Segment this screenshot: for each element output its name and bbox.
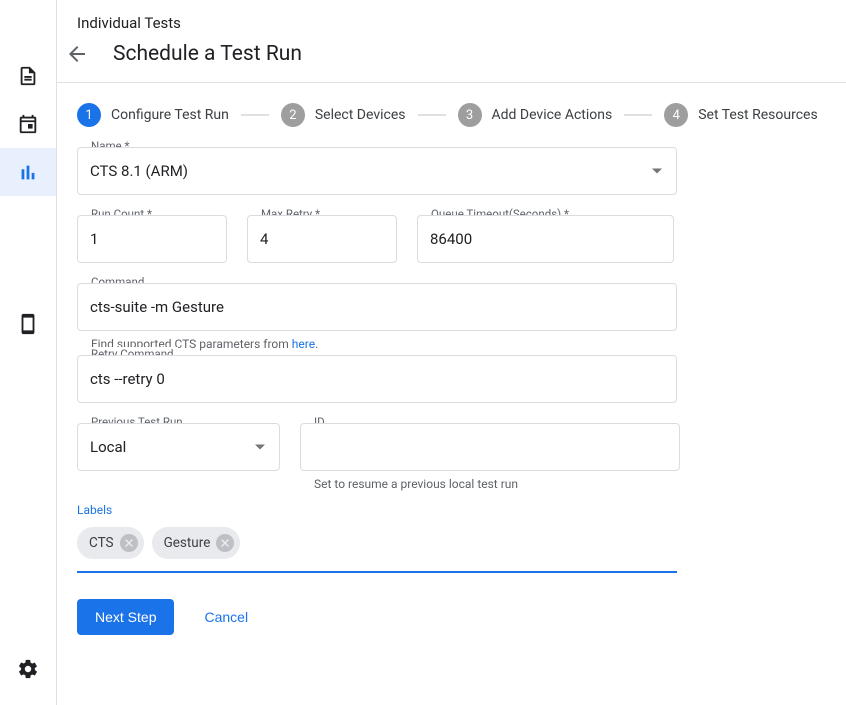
step-num-3: 3 xyxy=(458,103,482,127)
sidenav-results-icon[interactable] xyxy=(0,148,56,196)
page-title: Schedule a Test Run xyxy=(113,42,302,66)
run-count-value[interactable] xyxy=(90,230,214,248)
id-hint: Set to resume a previous local test run xyxy=(300,477,680,491)
chevron-down-icon xyxy=(255,445,265,450)
chip-remove-icon[interactable] xyxy=(120,534,138,552)
step-num-2: 2 xyxy=(281,103,305,127)
chip-text: CTS xyxy=(89,535,114,551)
retry-command-input[interactable] xyxy=(77,355,677,403)
step-configure[interactable]: 1 Configure Test Run xyxy=(77,103,229,127)
retry-command-value[interactable] xyxy=(90,370,664,388)
back-arrow-icon[interactable] xyxy=(65,42,89,66)
run-count-input[interactable] xyxy=(77,215,227,263)
labels-title: Labels xyxy=(77,503,826,517)
labels-chip-input[interactable]: CTS Gesture xyxy=(77,527,677,573)
sidenav-tests-icon[interactable] xyxy=(0,52,56,100)
label-chip: Gesture xyxy=(152,527,241,559)
id-value[interactable] xyxy=(313,438,667,456)
previous-run-select[interactable]: Local xyxy=(77,423,280,471)
name-select[interactable]: CTS 8.1 (ARM) xyxy=(77,147,677,195)
command-hint-link[interactable]: here xyxy=(292,337,315,351)
command-value[interactable] xyxy=(90,298,664,316)
step-resources[interactable]: 4 Set Test Resources xyxy=(664,103,817,127)
step-devices[interactable]: 2 Select Devices xyxy=(281,103,406,127)
step-label-3: Add Device Actions xyxy=(492,107,613,123)
name-value: CTS 8.1 (ARM) xyxy=(90,162,664,180)
step-label-1: Configure Test Run xyxy=(111,107,229,123)
sidenav-settings-icon[interactable] xyxy=(0,645,56,693)
previous-run-value: Local xyxy=(90,438,267,456)
command-input[interactable] xyxy=(77,283,677,331)
chevron-down-icon xyxy=(652,169,662,174)
chip-text: Gesture xyxy=(164,535,211,551)
step-num-1: 1 xyxy=(77,103,101,127)
stepper: 1 Configure Test Run 2 Select Devices 3 … xyxy=(77,103,826,127)
next-step-button[interactable]: Next Step xyxy=(77,599,174,635)
id-input[interactable] xyxy=(300,423,680,471)
sidenav-schedule-icon[interactable] xyxy=(0,100,56,148)
max-retry-input[interactable] xyxy=(247,215,397,263)
step-label-2: Select Devices xyxy=(315,107,406,123)
step-label-4: Set Test Resources xyxy=(698,107,817,123)
queue-timeout-input[interactable] xyxy=(417,215,674,263)
max-retry-value[interactable] xyxy=(260,230,384,248)
sidenav-devices-icon[interactable] xyxy=(0,300,56,348)
step-actions[interactable]: 3 Add Device Actions xyxy=(458,103,613,127)
step-num-4: 4 xyxy=(664,103,688,127)
queue-timeout-value[interactable] xyxy=(430,230,661,248)
cancel-button[interactable]: Cancel xyxy=(204,609,248,625)
label-chip: CTS xyxy=(77,527,144,559)
chip-remove-icon[interactable] xyxy=(216,534,234,552)
breadcrumb: Individual Tests xyxy=(77,14,826,32)
